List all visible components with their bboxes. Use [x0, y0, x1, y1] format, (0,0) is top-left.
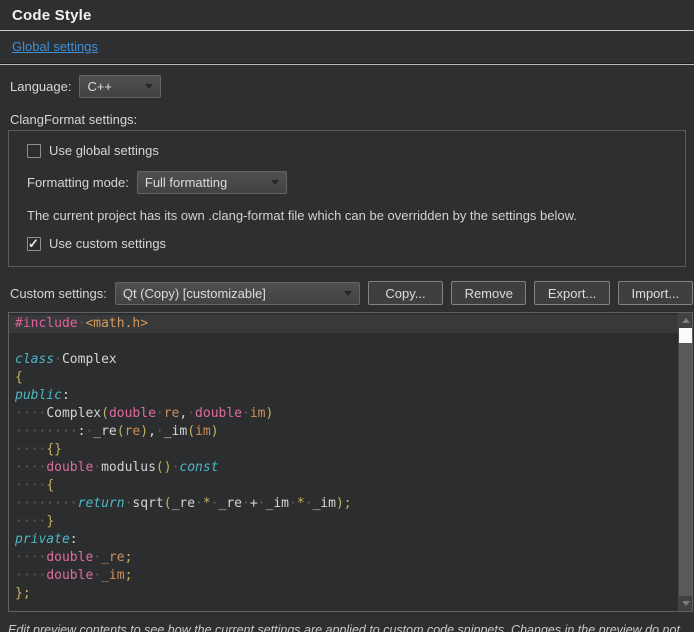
- code-editor-content[interactable]: #include·<math.h>class·Complex{public:··…: [9, 313, 678, 611]
- footer-help-text: Edit preview contents to see how the cur…: [8, 622, 684, 632]
- export-button[interactable]: Export...: [534, 281, 609, 305]
- code-line: {: [9, 369, 678, 387]
- clangformat-group: Use global settings Formatting mode: Ful…: [8, 130, 686, 267]
- header-separator: [0, 63, 694, 65]
- use-custom-settings-checkbox[interactable]: [27, 237, 41, 251]
- scroll-up-button[interactable]: [679, 313, 692, 328]
- code-line: ········:·_re(re),·_im(im): [9, 423, 678, 441]
- global-settings-link[interactable]: Global settings: [12, 39, 98, 54]
- page-title: Code Style: [12, 7, 682, 24]
- language-row: Language: C++: [10, 75, 694, 98]
- clang-format-info-text: The current project has its own .clang-f…: [27, 208, 667, 223]
- code-line: public:: [9, 387, 678, 405]
- use-global-settings-row: Use global settings: [27, 143, 667, 158]
- formatting-mode-select[interactable]: Full formatting: [137, 171, 287, 194]
- formatting-mode-row: Formatting mode: Full formatting: [27, 171, 667, 194]
- copy-button[interactable]: Copy...: [368, 281, 443, 305]
- code-line: ····{}: [9, 441, 678, 459]
- language-select-value: C++: [87, 79, 112, 94]
- code-preview-editor[interactable]: #include·<math.h>class·Complex{public:··…: [8, 312, 693, 612]
- formatting-mode-label: Formatting mode:: [27, 175, 129, 190]
- clangformat-group-label: ClangFormat settings:: [10, 112, 694, 127]
- use-custom-settings-row: Use custom settings: [27, 236, 667, 251]
- code-line: private:: [9, 531, 678, 549]
- chevron-down-icon: [271, 180, 279, 185]
- use-custom-settings-label: Use custom settings: [49, 236, 166, 251]
- vertical-scrollbar[interactable]: [678, 313, 692, 611]
- use-global-settings-checkbox[interactable]: [27, 144, 41, 158]
- code-line: ····double·_im;: [9, 567, 678, 585]
- code-line: };: [9, 585, 678, 603]
- chevron-down-icon: [344, 291, 352, 296]
- code-line: class·Complex: [9, 351, 678, 369]
- scrollbar-thumb[interactable]: [679, 328, 692, 343]
- language-label: Language:: [10, 79, 71, 94]
- code-line: ········return·sqrt(_re·*·_re·+·_im·*·_i…: [9, 495, 678, 513]
- remove-button[interactable]: Remove: [451, 281, 526, 305]
- code-line: ····}: [9, 513, 678, 531]
- scrollbar-track[interactable]: [679, 343, 692, 596]
- chevron-down-icon: [145, 84, 153, 89]
- code-line: ····double·_re;: [9, 549, 678, 567]
- code-line: ····{: [9, 477, 678, 495]
- arrow-up-icon: [682, 318, 690, 323]
- custom-settings-row: Custom settings: Qt (Copy) [customizable…: [10, 281, 693, 305]
- page-header: Code Style: [0, 0, 694, 31]
- code-line: #include·<math.h>: [9, 315, 678, 333]
- scroll-down-button[interactable]: [679, 596, 692, 611]
- code-line: [9, 333, 678, 351]
- custom-settings-label: Custom settings:: [10, 286, 107, 301]
- global-settings-row: Global settings: [0, 31, 694, 63]
- language-select[interactable]: C++: [79, 75, 161, 98]
- code-line: ····Complex(double·re,·double·im): [9, 405, 678, 423]
- arrow-down-icon: [682, 601, 690, 606]
- custom-settings-value: Qt (Copy) [customizable]: [123, 286, 266, 301]
- use-global-settings-label: Use global settings: [49, 143, 159, 158]
- import-button[interactable]: Import...: [618, 281, 693, 305]
- code-line: ····double·modulus()·const: [9, 459, 678, 477]
- custom-settings-select[interactable]: Qt (Copy) [customizable]: [115, 282, 360, 305]
- formatting-mode-value: Full formatting: [145, 175, 227, 190]
